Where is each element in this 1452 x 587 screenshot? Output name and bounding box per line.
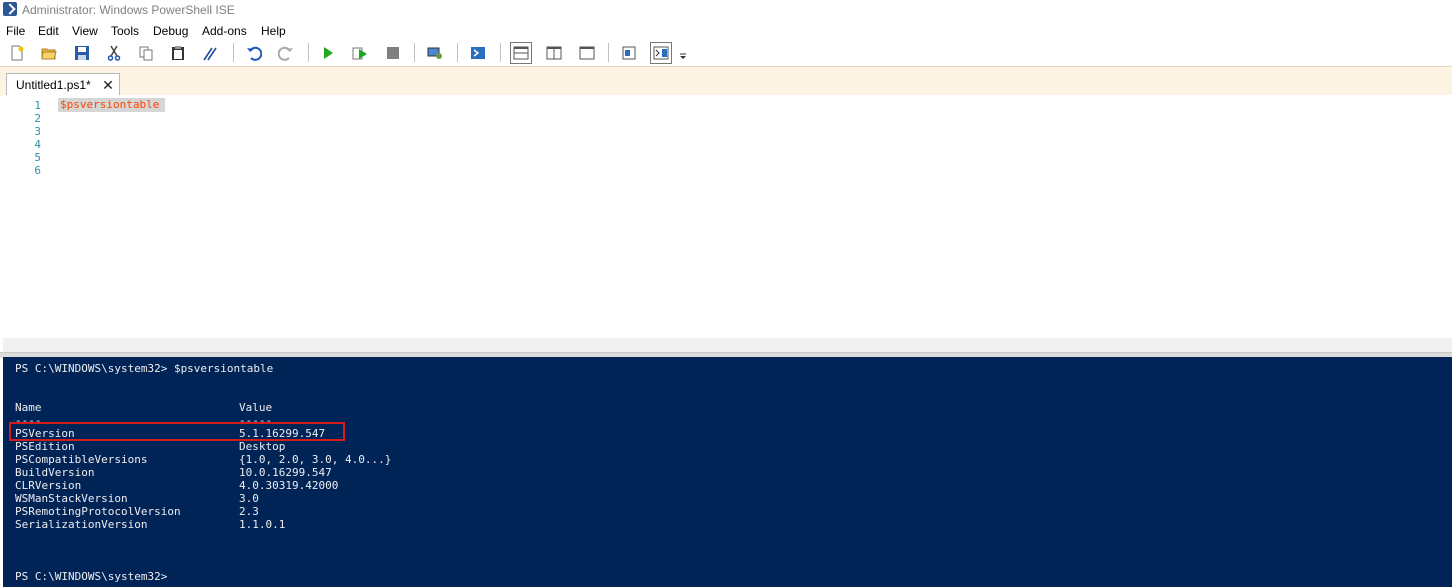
powershell-app-icon bbox=[3, 2, 17, 16]
open-folder-icon[interactable] bbox=[38, 42, 60, 64]
save-icon[interactable] bbox=[71, 42, 93, 64]
line-number-gutter: 1 2 3 4 5 6 bbox=[3, 99, 41, 177]
toolbar-separator bbox=[500, 43, 501, 62]
toolbar-separator bbox=[308, 43, 309, 62]
menu-addons[interactable]: Add-ons bbox=[202, 24, 247, 38]
menu-view[interactable]: View bbox=[72, 24, 98, 38]
row-name: PSRemotingProtocolVersion bbox=[15, 505, 181, 518]
remote-tab-icon[interactable] bbox=[424, 42, 446, 64]
redo-icon[interactable] bbox=[275, 42, 297, 64]
row-name: PSCompatibleVersions bbox=[15, 453, 148, 466]
show-script-pane-icon[interactable] bbox=[650, 42, 672, 64]
editor-scrollbar[interactable] bbox=[3, 338, 1452, 352]
script-tab-strip: Untitled1.ps1* ✕ bbox=[0, 66, 1452, 96]
menu-tools[interactable]: Tools bbox=[111, 24, 139, 38]
line-number: 5 bbox=[34, 151, 41, 164]
menu-debug[interactable]: Debug bbox=[153, 24, 188, 38]
line-number: 1 bbox=[34, 99, 41, 112]
row-value: 4.0.30319.42000 bbox=[239, 479, 339, 492]
toolbar-separator bbox=[233, 43, 234, 62]
stop-icon[interactable] bbox=[382, 42, 404, 64]
column-header-name: Name bbox=[15, 401, 42, 414]
title-bar: Administrator: Windows PowerShell ISE bbox=[0, 0, 1452, 21]
run-script-icon[interactable] bbox=[317, 42, 339, 64]
row-name: BuildVersion bbox=[15, 466, 95, 479]
window-title: Administrator: Windows PowerShell ISE bbox=[22, 3, 235, 17]
clear-console-icon[interactable] bbox=[199, 42, 221, 64]
line-number: 6 bbox=[34, 164, 41, 177]
tab-untitled1[interactable]: Untitled1.ps1* ✕ bbox=[6, 73, 120, 96]
close-icon[interactable]: ✕ bbox=[101, 77, 115, 94]
column-header-value: Value bbox=[239, 401, 273, 414]
console-pane[interactable]: PS C:\WINDOWS\system32> $psversiontable … bbox=[3, 357, 1452, 587]
layout-max-icon[interactable] bbox=[576, 42, 598, 64]
row-name: SerializationVersion bbox=[15, 518, 148, 531]
line-number: 3 bbox=[34, 125, 41, 138]
tab-label: Untitled1.ps1* bbox=[16, 78, 91, 92]
show-commands-icon[interactable] bbox=[618, 42, 640, 64]
menu-file[interactable]: File bbox=[6, 24, 25, 38]
new-file-icon[interactable] bbox=[6, 42, 28, 64]
toolbar-separator bbox=[457, 43, 458, 62]
console-final-prompt: PS C:\WINDOWS\system32> bbox=[15, 570, 168, 583]
menu-bar: File Edit View Tools Debug Add-ons Help bbox=[0, 21, 1452, 40]
row-value: 2.3 bbox=[239, 505, 259, 518]
row-value: {1.0, 2.0, 3.0, 4.0...} bbox=[239, 453, 392, 466]
toolbar-separator bbox=[414, 43, 415, 62]
row-name: WSManStackVersion bbox=[15, 492, 128, 505]
toolbar-separator bbox=[608, 43, 609, 62]
code-line[interactable]: $psversiontable bbox=[58, 98, 166, 112]
row-value: 1.1.0.1 bbox=[239, 518, 286, 531]
run-selection-icon[interactable] bbox=[349, 42, 371, 64]
row-value: 10.0.16299.547 bbox=[239, 466, 332, 479]
script-editor[interactable]: 1 2 3 4 5 6 $psversiontable bbox=[3, 95, 1452, 338]
undo-icon[interactable] bbox=[243, 42, 265, 64]
paste-icon[interactable] bbox=[167, 42, 189, 64]
row-value: 3.0 bbox=[239, 492, 259, 505]
toolbar bbox=[0, 40, 1452, 66]
row-value: Desktop bbox=[239, 440, 286, 453]
psversion-highlight-box bbox=[9, 422, 345, 441]
row-name: CLRVersion bbox=[15, 479, 82, 492]
layout-right-icon[interactable] bbox=[543, 42, 565, 64]
line-number: 2 bbox=[34, 112, 41, 125]
line-number: 4 bbox=[34, 138, 41, 151]
powershell-icon[interactable] bbox=[467, 42, 489, 64]
row-name: PSEdition bbox=[15, 440, 75, 453]
copy-icon[interactable] bbox=[135, 42, 157, 64]
menu-help[interactable]: Help bbox=[261, 24, 286, 38]
toolbar-overflow-icon[interactable] bbox=[678, 42, 688, 64]
console-prompt-line: PS C:\WINDOWS\system32> $psversiontable bbox=[15, 362, 274, 375]
cut-icon[interactable] bbox=[103, 42, 125, 64]
menu-edit[interactable]: Edit bbox=[38, 24, 59, 38]
layout-top-icon[interactable] bbox=[510, 42, 532, 64]
